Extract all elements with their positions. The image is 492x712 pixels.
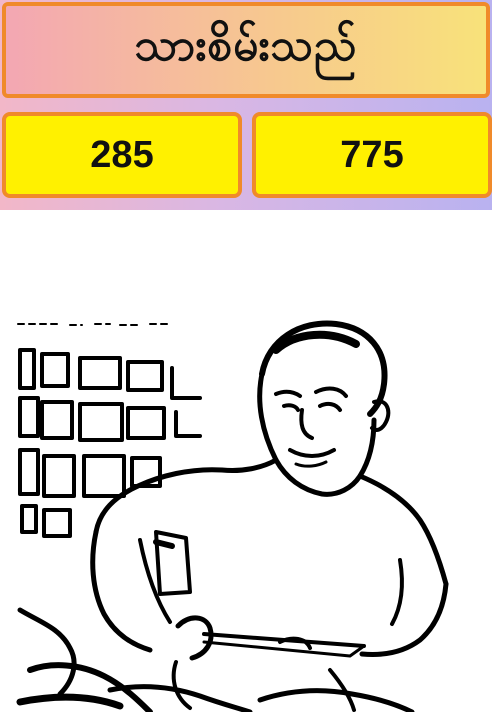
- score-box-right[interactable]: 775: [252, 112, 492, 198]
- butcher-illustration: [0, 310, 492, 712]
- score-left-value: 285: [90, 133, 154, 176]
- word-title: သားစိမ်းသည်: [134, 20, 358, 71]
- word-title-banner: သားစိမ်းသည်: [2, 2, 490, 98]
- butcher-sketch-icon: [16, 320, 449, 712]
- score-right-value: 775: [340, 133, 404, 176]
- score-box-left[interactable]: 285: [2, 112, 242, 198]
